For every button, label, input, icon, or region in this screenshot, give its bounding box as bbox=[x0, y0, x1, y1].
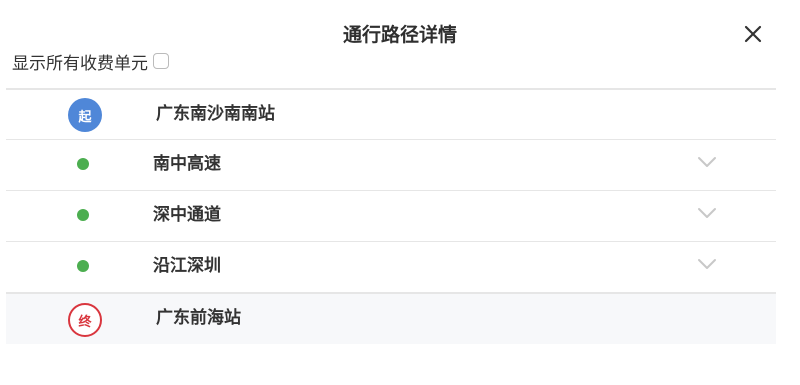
route-segment-row[interactable]: 沿江深圳 bbox=[6, 241, 776, 292]
segment-dot bbox=[77, 158, 89, 170]
close-icon bbox=[744, 25, 762, 43]
route-segment-row[interactable]: 深中通道 bbox=[6, 190, 776, 241]
end-badge: 终 bbox=[68, 303, 102, 337]
route-start-row: 起 广东南沙南南站 bbox=[6, 88, 776, 139]
show-all-units-checkbox[interactable] bbox=[153, 53, 169, 69]
chevron-down-icon[interactable] bbox=[696, 257, 718, 271]
segment-dot bbox=[77, 209, 89, 221]
show-all-units-label: 显示所有收费单元 bbox=[12, 53, 148, 74]
segment-name: 深中通道 bbox=[153, 205, 221, 225]
end-station-name: 广东前海站 bbox=[156, 308, 241, 328]
route-list: 起 广东南沙南南站 南中高速 深中通道 沿江深圳 终 广东前海站 bbox=[6, 88, 776, 344]
start-station-name: 广东南沙南南站 bbox=[156, 104, 275, 124]
route-segment-row[interactable]: 南中高速 bbox=[6, 139, 776, 190]
segment-name: 南中高速 bbox=[153, 154, 221, 174]
segment-dot bbox=[77, 260, 89, 272]
chevron-down-icon[interactable] bbox=[696, 206, 718, 220]
close-button[interactable] bbox=[740, 21, 766, 47]
dialog-title: 通行路径详情 bbox=[342, 24, 457, 46]
start-badge: 起 bbox=[68, 98, 102, 132]
segment-name: 沿江深圳 bbox=[153, 256, 221, 276]
chevron-down-icon[interactable] bbox=[696, 155, 718, 169]
route-end-row: 终 广东前海站 bbox=[6, 292, 776, 344]
show-all-units-option[interactable]: 显示所有收费单元 bbox=[12, 48, 169, 74]
